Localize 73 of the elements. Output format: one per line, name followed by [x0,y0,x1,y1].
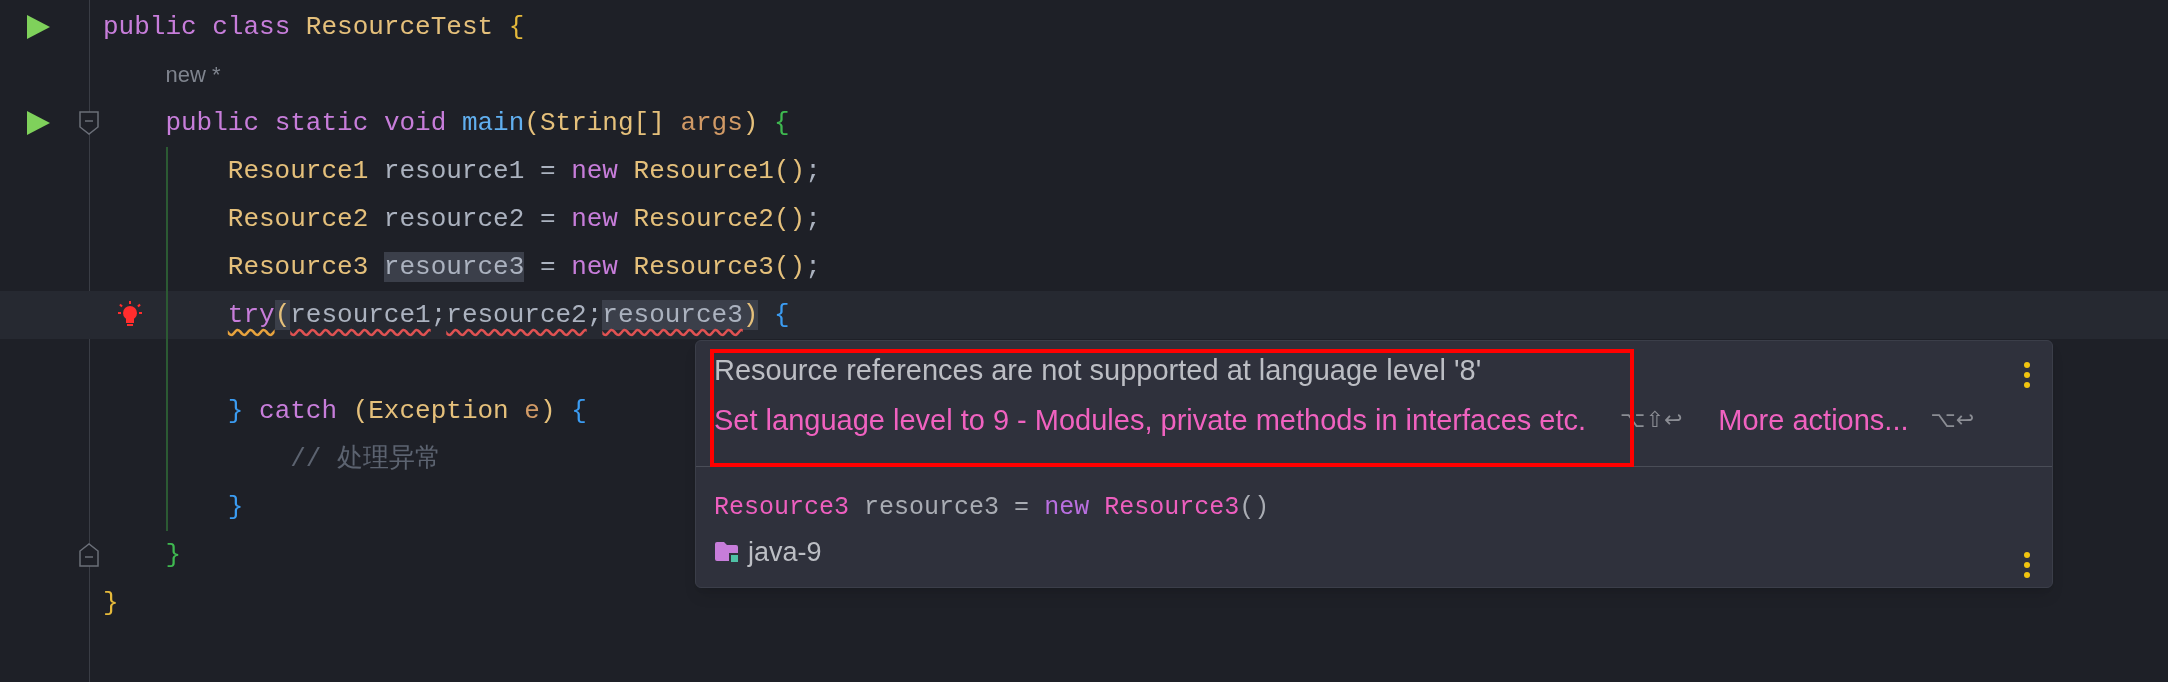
code-keyword: new [571,156,618,186]
code-type: Resource3 [1104,493,1240,522]
code-keyword: class [212,12,291,42]
code-punctuation: ; [430,300,447,330]
code-brace: } [227,492,244,522]
code-punctuation: = [539,156,556,186]
more-options-icon[interactable] [2023,551,2031,579]
module-name: java-9 [748,536,822,568]
code-keyword: public [165,108,260,138]
code-method: main [461,108,525,138]
code-type: Exception [368,396,509,426]
run-icon[interactable] [25,110,51,136]
code-identifier: resource3 [383,252,525,282]
code-parenthesis: () [774,252,806,282]
code-identifier: resource3 [864,493,1000,522]
code-keyword: void [383,108,447,138]
code-punctuation: ; [586,300,603,330]
code-type: Resource3 [227,252,369,282]
folder-icon [714,540,740,564]
code-punctuation: = [1014,493,1030,522]
lightbulb-icon[interactable] [116,301,144,329]
fold-icon[interactable] [79,543,99,567]
code-parenthesis: ) [742,108,759,138]
code-brace: } [165,540,181,570]
code-parameter: args [680,108,743,138]
code-brace: } [103,588,119,618]
inlay-hint: new * [165,62,221,87]
code-parenthesis: ) [539,396,556,426]
code-parenthesis: ( [274,300,291,330]
code-punctuation: ; [805,204,821,234]
code-type: String[] [539,108,665,138]
code-parenthesis: () [774,204,806,234]
code-type: Resource3 [633,252,774,282]
code-brace: { [774,108,790,138]
code-brace: { [774,300,790,330]
code-keyword: new [571,252,618,282]
code-type: ResourceTest [305,12,494,42]
error-message: Resource references are not supported at language level '8' [714,353,1482,387]
code-brace: { [571,396,587,426]
code-parameter: e [524,396,540,426]
shortcut-hint: ⌥↩ [1930,406,1975,434]
code-keyword: new [1044,493,1090,522]
code-identifier: resource1 [383,156,525,186]
code-punctuation: = [539,204,556,234]
code-punctuation: ; [805,156,821,186]
code-punctuation: = [539,252,556,282]
code-type: Resource1 [633,156,774,186]
code-punctuation: ; [805,252,821,282]
code-identifier: resource2 [383,204,525,234]
code-punctuation: () [1239,493,1270,522]
run-icon[interactable] [25,14,51,40]
quick-fix-link[interactable]: Set language level to 9 - Modules, private methods in interfaces etc. [714,403,1587,437]
code-comment: // 处理异常 [290,444,442,474]
code-brace: { [508,12,525,42]
code-brace: } [227,396,244,426]
more-actions-link[interactable]: More actions... [1718,403,1909,437]
code-keyword: new [571,204,618,234]
code-type: Resource2 [227,204,369,234]
code-parenthesis: ( [352,396,369,426]
code-type: Resource1 [227,156,369,186]
code-keyword: try [227,300,275,330]
code-keyword: static [274,108,369,138]
code-keyword: public [103,12,197,42]
more-options-icon[interactable] [2023,361,2031,389]
code-keyword: catch [259,396,338,426]
code-type: Resource2 [633,204,774,234]
fold-icon[interactable] [79,111,99,135]
code-type: Resource3 [714,493,850,522]
code-identifier: resource2 [446,300,587,330]
code-identifier: resource1 [290,300,431,330]
code-identifier: resource3 [602,300,743,330]
code-parenthesis: ( [524,108,540,138]
code-parenthesis: () [774,156,806,186]
